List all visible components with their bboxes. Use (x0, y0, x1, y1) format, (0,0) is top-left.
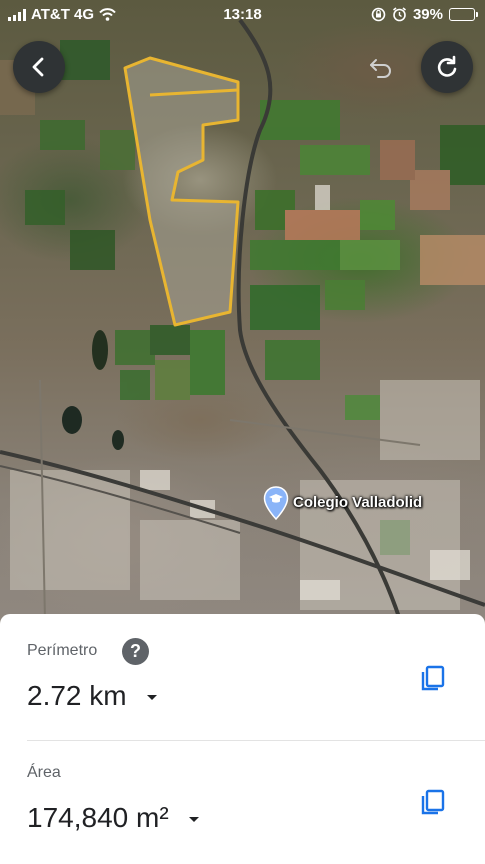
back-button[interactable] (13, 41, 65, 93)
area-unit-dropdown-icon[interactable] (188, 817, 199, 822)
status-bar: AT&T 4G 13:18 39% (0, 0, 485, 30)
divider (27, 740, 485, 741)
graduation-cap-pin-icon (263, 486, 289, 520)
alarm-icon (392, 7, 406, 22)
copy-area-icon[interactable] (420, 788, 446, 816)
battery-percent: 39% (412, 6, 443, 23)
perimeter-unit-dropdown-icon[interactable] (146, 695, 157, 700)
undo-icon[interactable] (368, 55, 396, 79)
rotation-lock-icon (371, 7, 386, 22)
map-imagery (0, 18, 485, 621)
battery-icon (449, 8, 478, 21)
place-label-text: Colegio Valladolid (293, 493, 423, 511)
perimeter-value-row[interactable]: 2.72 km (27, 680, 157, 712)
perimeter-value: 2.72 km (27, 680, 127, 711)
status-right: 39% (371, 6, 478, 23)
redo-icon (437, 55, 457, 77)
area-value: 174,840 m² (27, 802, 169, 833)
help-icon[interactable]: ? (122, 638, 149, 665)
satellite-map[interactable] (0, 0, 485, 630)
area-label: Área (27, 764, 61, 781)
perimeter-label: Perímetro (27, 642, 98, 659)
copy-perimeter-icon[interactable] (420, 664, 446, 692)
area-value-row[interactable]: 174,840 m² (27, 802, 199, 834)
redo-button[interactable] (421, 41, 473, 93)
chevron-left-icon (32, 57, 44, 77)
measurement-sheet: Perímetro ? 2.72 km Área 174,840 m² (0, 614, 485, 864)
place-marker[interactable]: Colegio Valladolid (263, 486, 422, 520)
